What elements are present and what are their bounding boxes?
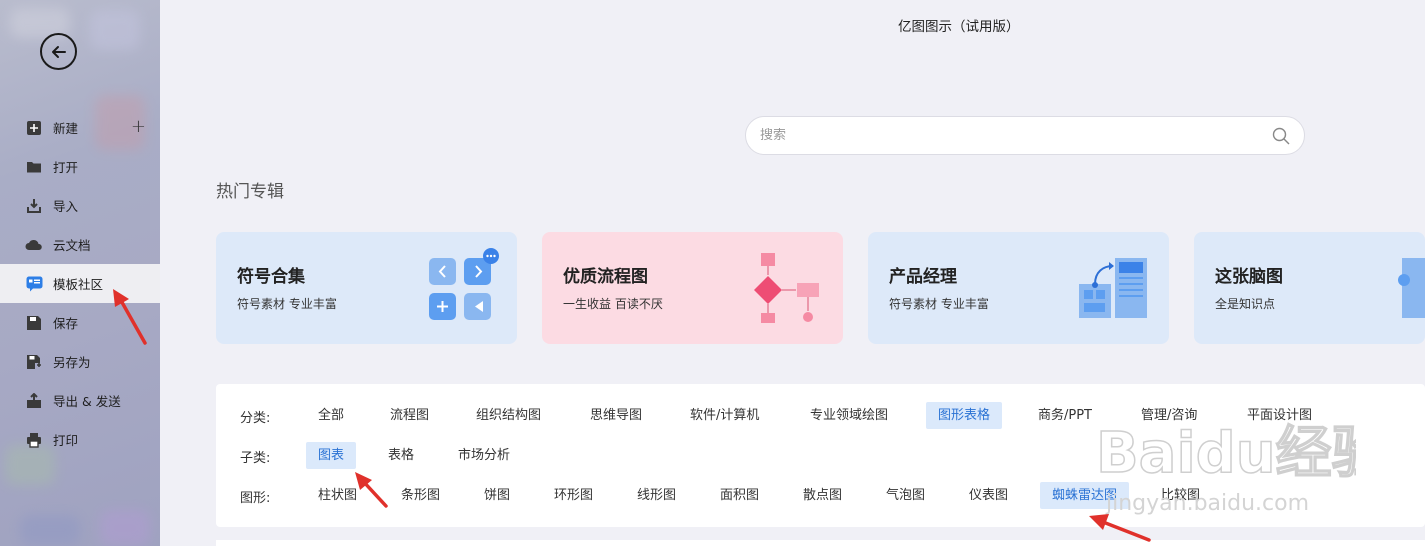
card-subtitle: 符号素材 专业丰富 (889, 297, 989, 311)
filter-panel: 分类: 全部 流程图 组织结构图 思维导图 软件/计算机 专业领域绘图 图形表格… (216, 384, 1425, 527)
export-icon (25, 392, 43, 410)
card-title: 产品经理 (889, 267, 957, 287)
category-option-flowchart[interactable]: 流程图 (378, 402, 441, 429)
sidebar-item-label: 导出 & 发送 (53, 394, 121, 409)
folder-icon (25, 158, 43, 176)
sidebar-menu: 新建 + 打开 导入 云文档 模板社区 保存 另存为 导出 & 发送 打印 (0, 108, 160, 459)
shape-option-donut[interactable]: 环形图 (542, 482, 605, 509)
product-manager-illustration-icon (1079, 258, 1147, 318)
shape-option-column[interactable]: 柱状图 (306, 482, 369, 509)
search-box[interactable] (745, 116, 1305, 155)
print-icon (25, 431, 43, 449)
sidebar-item-label: 打开 (53, 160, 79, 175)
category-option-charts-tables[interactable]: 图形表格 (926, 402, 1003, 429)
sidebar-item-label: 另存为 (53, 355, 91, 370)
sidebar-item-new[interactable]: 新建 + (0, 108, 160, 147)
album-card-mindmap[interactable]: 这张脑图 全是知识点 (1194, 232, 1425, 344)
sidebar-item-label: 新建 (53, 121, 79, 136)
sidebar-item-label: 云文档 (53, 238, 91, 253)
album-card-symbols[interactable]: 符号合集 符号素材 专业丰富 (216, 232, 517, 344)
card-subtitle: 一生收益 百读不厌 (563, 297, 663, 311)
back-button[interactable] (40, 33, 77, 70)
category-option-graphic-design[interactable]: 平面设计图 (1235, 402, 1324, 429)
shape-option-area[interactable]: 面积图 (708, 482, 771, 509)
shape-option-line[interactable]: 线形图 (625, 482, 688, 509)
shape-option-pie[interactable]: 饼图 (472, 482, 522, 509)
sidebar: 新建 + 打开 导入 云文档 模板社区 保存 另存为 导出 & 发送 打印 (0, 0, 160, 546)
category-option-software[interactable]: 软件/计算机 (678, 402, 771, 429)
card-subtitle: 符号素材 专业丰富 (237, 297, 337, 311)
category-option-org-chart[interactable]: 组织结构图 (464, 402, 553, 429)
card-title: 符号合集 (237, 267, 305, 287)
save-as-icon (25, 353, 43, 371)
section-title: 热门专辑 (216, 182, 284, 202)
subcategory-option-market-analysis[interactable]: 市场分析 (446, 442, 522, 469)
sidebar-item-print[interactable]: 打印 (0, 420, 160, 459)
sidebar-item-label: 打印 (53, 433, 79, 448)
symbols-illustration-icon (429, 248, 499, 320)
subcategory-option-table[interactable]: 表格 (376, 442, 426, 469)
category-option-mindmap[interactable]: 思维导图 (578, 402, 654, 429)
card-title: 优质流程图 (563, 267, 648, 287)
category-option-professional[interactable]: 专业领域绘图 (798, 402, 900, 429)
sidebar-item-export-send[interactable]: 导出 & 发送 (0, 381, 160, 420)
mindmap-illustration-icon (1398, 258, 1425, 318)
sidebar-item-label: 导入 (53, 199, 79, 214)
main-content: 亿图图示（试用版） 热门专辑 符号合集 符号素材 专业丰富 (160, 0, 1425, 546)
sidebar-item-template-community[interactable]: 模板社区 (0, 264, 160, 303)
search-input[interactable] (760, 128, 1272, 143)
sidebar-item-save-as[interactable]: 另存为 (0, 342, 160, 381)
template-community-icon (25, 275, 43, 293)
album-card-flowcharts[interactable]: 优质流程图 一生收益 百读不厌 (542, 232, 843, 344)
sidebar-item-open[interactable]: 打开 (0, 147, 160, 186)
subcategory-option-chart[interactable]: 图表 (306, 442, 357, 469)
shape-option-scatter[interactable]: 散点图 (791, 482, 854, 509)
album-card-product-manager[interactable]: 产品经理 符号素材 专业丰富 (868, 232, 1169, 344)
search-icon[interactable] (1272, 127, 1290, 145)
arrow-left-icon (51, 45, 66, 58)
subcategory-label: 子类: (240, 451, 271, 466)
add-icon[interactable]: + (131, 118, 146, 136)
shape-option-bubble[interactable]: 气泡图 (874, 482, 937, 509)
sidebar-item-cloud[interactable]: 云文档 (0, 225, 160, 264)
shape-option-radar[interactable]: 蜘蛛雷达图 (1040, 482, 1130, 509)
card-subtitle: 全是知识点 (1215, 297, 1276, 311)
new-plus-icon (25, 119, 43, 137)
category-option-business-ppt[interactable]: 商务/PPT (1026, 402, 1104, 429)
card-title: 这张脑图 (1215, 267, 1283, 287)
category-label: 分类: (240, 411, 271, 426)
content-strip (216, 540, 1425, 546)
category-option-all[interactable]: 全部 (306, 402, 356, 429)
cloud-icon (25, 236, 43, 254)
category-option-management[interactable]: 管理/咨询 (1129, 402, 1209, 429)
svg-text:Baidu经验: Baidu经验 (1096, 421, 1356, 486)
sidebar-item-label: 模板社区 (53, 277, 104, 292)
sidebar-item-label: 保存 (53, 316, 79, 331)
save-icon (25, 314, 43, 332)
sidebar-item-save[interactable]: 保存 (0, 303, 160, 342)
sidebar-item-import[interactable]: 导入 (0, 186, 160, 225)
shape-option-comparison[interactable]: 比较图 (1149, 482, 1212, 509)
import-icon (25, 197, 43, 215)
shape-label: 图形: (240, 491, 271, 506)
flowchart-illustration-icon (754, 253, 819, 323)
shape-option-bar[interactable]: 条形图 (389, 482, 452, 509)
app-title: 亿图图示（试用版） (898, 19, 1020, 35)
shape-option-gauge[interactable]: 仪表图 (957, 482, 1020, 509)
